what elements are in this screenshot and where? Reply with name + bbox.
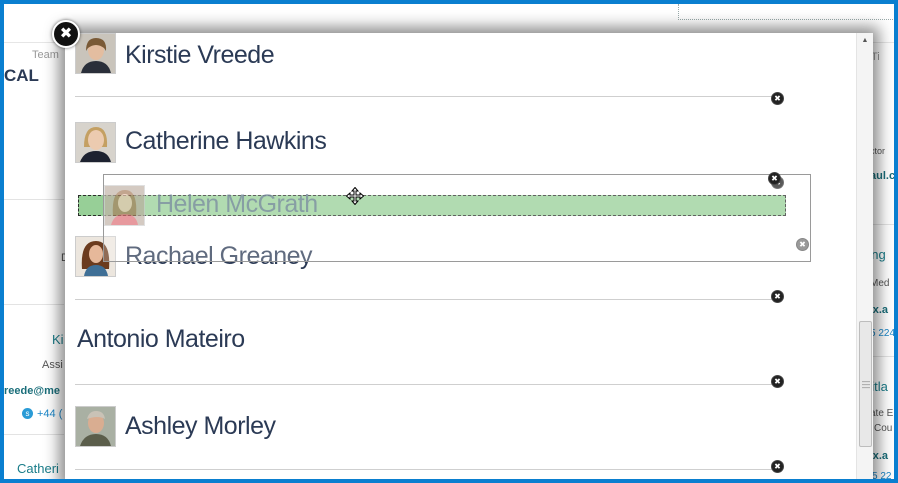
item-divider bbox=[75, 96, 775, 97]
background-right-role-4: Cou bbox=[874, 423, 893, 434]
avatar bbox=[104, 185, 145, 226]
background-heading: CAL bbox=[4, 66, 39, 85]
vertical-scrollbar[interactable]: ▲ ― ― ― bbox=[856, 33, 873, 479]
scroll-up-arrow-icon[interactable]: ▲ bbox=[857, 37, 873, 44]
background-email-fragment[interactable]: reede@me bbox=[4, 385, 60, 397]
browser-frame: Team CAL g Ti D Ki Assi reede@me s +44 (… bbox=[4, 4, 894, 479]
list-item[interactable]: Ashley Morley ✖ bbox=[75, 385, 785, 473]
background-rule bbox=[870, 356, 894, 357]
background-right-phone: 5 224 bbox=[870, 328, 894, 339]
avatar bbox=[75, 406, 116, 447]
avatar bbox=[75, 122, 116, 163]
dragged-person-name: Helen McGrath bbox=[156, 190, 318, 218]
remove-icon[interactable]: ✖ bbox=[796, 238, 809, 251]
remove-icon[interactable]: ✖ bbox=[768, 172, 781, 185]
background-rule bbox=[4, 434, 64, 435]
skype-icon: s bbox=[22, 408, 33, 419]
remove-icon[interactable]: ✖ bbox=[771, 460, 784, 473]
background-role-fragment: Assi bbox=[42, 359, 63, 371]
person-name: Catherine Hawkins bbox=[125, 127, 327, 155]
move-cursor-icon bbox=[346, 187, 364, 205]
background-rule bbox=[870, 224, 894, 225]
background-right-role-3: ate E bbox=[870, 408, 894, 419]
list-item[interactable]: Catherine Hawkins ✖ bbox=[75, 101, 785, 189]
background-team-label: Team bbox=[32, 49, 59, 61]
scroll-thumb[interactable]: ― ― ― bbox=[859, 321, 872, 447]
background-right-email[interactable]: aul.c bbox=[870, 170, 894, 182]
grip-icon: ― ― ― bbox=[862, 377, 870, 392]
avatar bbox=[75, 33, 116, 74]
item-divider bbox=[75, 469, 775, 470]
background-phone-fragment: +44 ( bbox=[37, 408, 63, 420]
background-name-fragment: Ki bbox=[52, 332, 64, 347]
person-name: Antonio Mateiro bbox=[77, 325, 245, 353]
background-name-fragment-2: Catheri bbox=[17, 461, 59, 476]
person-name: Ashley Morley bbox=[125, 412, 276, 440]
list-item[interactable]: Kirstie Vreede ✖ bbox=[75, 33, 785, 105]
background-dotted-box bbox=[678, 4, 894, 20]
close-icon[interactable]: ✖ bbox=[52, 20, 80, 48]
person-name: Kirstie Vreede bbox=[125, 41, 275, 69]
dragged-item[interactable]: Helen McGrath ✖ bbox=[103, 174, 811, 262]
background-rule bbox=[4, 304, 64, 305]
background-rule bbox=[4, 199, 64, 200]
background-right-phone-2: 5 22 bbox=[872, 471, 892, 479]
list-item[interactable]: Antonio Mateiro ✖ bbox=[75, 300, 785, 388]
